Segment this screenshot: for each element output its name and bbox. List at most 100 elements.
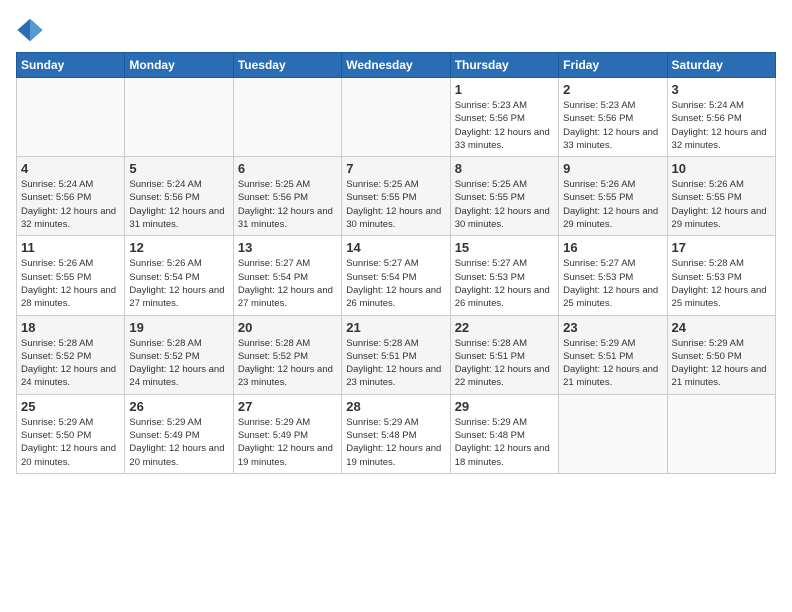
day-info: Sunrise: 5:26 AM Sunset: 5:55 PM Dayligh…: [563, 178, 662, 231]
logo: [16, 16, 48, 44]
calendar-cell: 15 Sunrise: 5:27 AM Sunset: 5:53 PM Dayli…: [450, 236, 558, 315]
calendar-body: 1 Sunrise: 5:23 AM Sunset: 5:56 PM Daylig…: [17, 78, 776, 474]
calendar-cell: 23 Sunrise: 5:29 AM Sunset: 5:51 PM Dayli…: [559, 315, 667, 394]
header-wednesday: Wednesday: [342, 53, 450, 78]
day-info: Sunrise: 5:27 AM Sunset: 5:53 PM Dayligh…: [563, 257, 662, 310]
day-number: 8: [455, 161, 554, 176]
calendar-cell: 5 Sunrise: 5:24 AM Sunset: 5:56 PM Daylig…: [125, 157, 233, 236]
day-info: Sunrise: 5:28 AM Sunset: 5:52 PM Dayligh…: [238, 337, 337, 390]
day-info: Sunrise: 5:24 AM Sunset: 5:56 PM Dayligh…: [672, 99, 771, 152]
day-info: Sunrise: 5:27 AM Sunset: 5:53 PM Dayligh…: [455, 257, 554, 310]
day-info: Sunrise: 5:24 AM Sunset: 5:56 PM Dayligh…: [129, 178, 228, 231]
day-info: Sunrise: 5:29 AM Sunset: 5:49 PM Dayligh…: [238, 416, 337, 469]
day-number: 11: [21, 240, 120, 255]
header-saturday: Saturday: [667, 53, 775, 78]
day-info: Sunrise: 5:29 AM Sunset: 5:50 PM Dayligh…: [21, 416, 120, 469]
header-row: SundayMondayTuesdayWednesdayThursdayFrid…: [17, 53, 776, 78]
calendar-cell: 9 Sunrise: 5:26 AM Sunset: 5:55 PM Daylig…: [559, 157, 667, 236]
day-number: 23: [563, 320, 662, 335]
day-number: 19: [129, 320, 228, 335]
day-number: 27: [238, 399, 337, 414]
calendar-cell: 6 Sunrise: 5:25 AM Sunset: 5:56 PM Daylig…: [233, 157, 341, 236]
calendar-cell: 3 Sunrise: 5:24 AM Sunset: 5:56 PM Daylig…: [667, 78, 775, 157]
day-number: 3: [672, 82, 771, 97]
day-number: 13: [238, 240, 337, 255]
calendar-cell: 2Sunrise: 5:23 AM Sunset: 5:56 PM Daylig…: [559, 78, 667, 157]
day-number: 4: [21, 161, 120, 176]
day-number: 17: [672, 240, 771, 255]
day-info: Sunrise: 5:24 AM Sunset: 5:56 PM Dayligh…: [21, 178, 120, 231]
calendar-cell: [559, 394, 667, 473]
calendar-cell: 16 Sunrise: 5:27 AM Sunset: 5:53 PM Dayli…: [559, 236, 667, 315]
week-row-4: 25 Sunrise: 5:29 AM Sunset: 5:50 PM Dayli…: [17, 394, 776, 473]
calendar-cell: [233, 78, 341, 157]
header-sunday: Sunday: [17, 53, 125, 78]
calendar-cell: [125, 78, 233, 157]
day-info: Sunrise: 5:26 AM Sunset: 5:55 PM Dayligh…: [672, 178, 771, 231]
day-info: Sunrise: 5:29 AM Sunset: 5:48 PM Dayligh…: [346, 416, 445, 469]
header-tuesday: Tuesday: [233, 53, 341, 78]
day-number: 20: [238, 320, 337, 335]
calendar-cell: 22 Sunrise: 5:28 AM Sunset: 5:51 PM Dayli…: [450, 315, 558, 394]
day-info: Sunrise: 5:25 AM Sunset: 5:56 PM Dayligh…: [238, 178, 337, 231]
calendar-cell: 20 Sunrise: 5:28 AM Sunset: 5:52 PM Dayli…: [233, 315, 341, 394]
calendar-cell: 1 Sunrise: 5:23 AM Sunset: 5:56 PM Daylig…: [450, 78, 558, 157]
day-number: 18: [21, 320, 120, 335]
day-number: 21: [346, 320, 445, 335]
calendar-cell: 13 Sunrise: 5:27 AM Sunset: 5:54 PM Dayli…: [233, 236, 341, 315]
day-info: Sunrise: 5:29 AM Sunset: 5:49 PM Dayligh…: [129, 416, 228, 469]
calendar-cell: 4 Sunrise: 5:24 AM Sunset: 5:56 PM Daylig…: [17, 157, 125, 236]
day-number: 15: [455, 240, 554, 255]
day-info: Sunrise: 5:28 AM Sunset: 5:52 PM Dayligh…: [21, 337, 120, 390]
day-info: Sunrise: 5:26 AM Sunset: 5:55 PM Dayligh…: [21, 257, 120, 310]
day-info: Sunrise: 5:29 AM Sunset: 5:51 PM Dayligh…: [563, 337, 662, 390]
logo-icon: [16, 16, 44, 44]
week-row-1: 4 Sunrise: 5:24 AM Sunset: 5:56 PM Daylig…: [17, 157, 776, 236]
calendar-cell: 28 Sunrise: 5:29 AM Sunset: 5:48 PM Dayli…: [342, 394, 450, 473]
day-number: 29: [455, 399, 554, 414]
day-info: Sunrise: 5:29 AM Sunset: 5:48 PM Dayligh…: [455, 416, 554, 469]
week-row-0: 1 Sunrise: 5:23 AM Sunset: 5:56 PM Daylig…: [17, 78, 776, 157]
day-number: 26: [129, 399, 228, 414]
day-number: 24: [672, 320, 771, 335]
day-info: Sunrise: 5:26 AM Sunset: 5:54 PM Dayligh…: [129, 257, 228, 310]
day-number: 16: [563, 240, 662, 255]
day-info: Sunrise: 5:28 AM Sunset: 5:52 PM Dayligh…: [129, 337, 228, 390]
day-number: 14: [346, 240, 445, 255]
calendar-cell: 18 Sunrise: 5:28 AM Sunset: 5:52 PM Dayli…: [17, 315, 125, 394]
calendar-cell: 11 Sunrise: 5:26 AM Sunset: 5:55 PM Dayli…: [17, 236, 125, 315]
day-number: 5: [129, 161, 228, 176]
calendar-cell: 29 Sunrise: 5:29 AM Sunset: 5:48 PM Dayli…: [450, 394, 558, 473]
calendar-cell: 17Sunrise: 5:28 AM Sunset: 5:53 PM Dayli…: [667, 236, 775, 315]
day-info: Sunrise: 5:25 AM Sunset: 5:55 PM Dayligh…: [346, 178, 445, 231]
day-number: 1: [455, 82, 554, 97]
calendar-cell: 26 Sunrise: 5:29 AM Sunset: 5:49 PM Dayli…: [125, 394, 233, 473]
calendar-cell: 12Sunrise: 5:26 AM Sunset: 5:54 PM Dayli…: [125, 236, 233, 315]
calendar-cell: 24 Sunrise: 5:29 AM Sunset: 5:50 PM Dayli…: [667, 315, 775, 394]
calendar-cell: 7 Sunrise: 5:25 AM Sunset: 5:55 PM Daylig…: [342, 157, 450, 236]
day-info: Sunrise: 5:23 AM Sunset: 5:56 PM Dayligh…: [455, 99, 554, 152]
header-monday: Monday: [125, 53, 233, 78]
day-number: 28: [346, 399, 445, 414]
page-header: [16, 16, 776, 44]
calendar-cell: 25 Sunrise: 5:29 AM Sunset: 5:50 PM Dayli…: [17, 394, 125, 473]
day-info: Sunrise: 5:28 AM Sunset: 5:51 PM Dayligh…: [455, 337, 554, 390]
day-number: 10: [672, 161, 771, 176]
day-number: 2: [563, 82, 662, 97]
day-number: 7: [346, 161, 445, 176]
day-number: 22: [455, 320, 554, 335]
calendar-cell: 14Sunrise: 5:27 AM Sunset: 5:54 PM Dayli…: [342, 236, 450, 315]
calendar-table: SundayMondayTuesdayWednesdayThursdayFrid…: [16, 52, 776, 474]
calendar-cell: 19 Sunrise: 5:28 AM Sunset: 5:52 PM Dayli…: [125, 315, 233, 394]
day-info: Sunrise: 5:28 AM Sunset: 5:51 PM Dayligh…: [346, 337, 445, 390]
day-number: 6: [238, 161, 337, 176]
day-info: Sunrise: 5:27 AM Sunset: 5:54 PM Dayligh…: [238, 257, 337, 310]
day-number: 25: [21, 399, 120, 414]
header-friday: Friday: [559, 53, 667, 78]
day-info: Sunrise: 5:29 AM Sunset: 5:50 PM Dayligh…: [672, 337, 771, 390]
calendar-cell: [17, 78, 125, 157]
calendar-header: SundayMondayTuesdayWednesdayThursdayFrid…: [17, 53, 776, 78]
day-number: 9: [563, 161, 662, 176]
week-row-2: 11 Sunrise: 5:26 AM Sunset: 5:55 PM Dayli…: [17, 236, 776, 315]
header-thursday: Thursday: [450, 53, 558, 78]
